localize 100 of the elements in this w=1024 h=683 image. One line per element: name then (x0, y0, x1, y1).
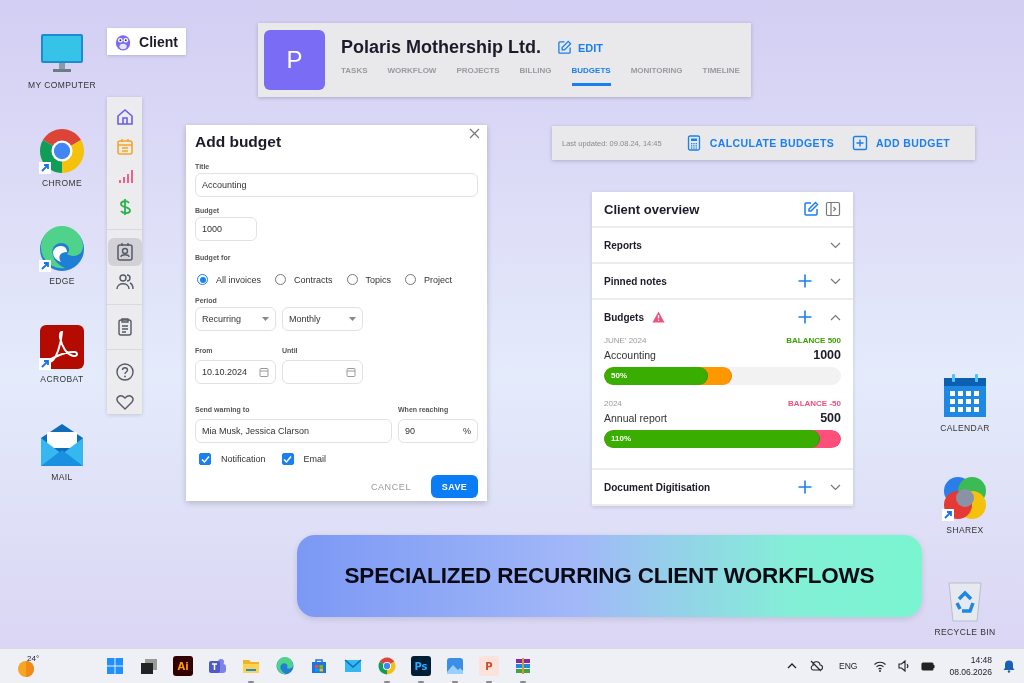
language-indicator[interactable]: ENG (839, 661, 858, 671)
expand-chevron-icon[interactable] (830, 241, 841, 249)
icon-label: MY COMPUTER (28, 80, 96, 90)
calendar-icon (114, 137, 135, 157)
desktop-icon[interactable]: ACROBAT (39, 324, 85, 384)
desktop-icon[interactable]: MY COMPUTER (28, 30, 96, 90)
date-field[interactable] (282, 360, 363, 384)
weather-widget[interactable]: 24° (17, 654, 105, 678)
clock-date[interactable]: 08.06.2026 (949, 667, 992, 677)
edit-icon[interactable] (803, 201, 819, 217)
section-title: Pinned notes (604, 275, 667, 287)
close-icon[interactable] (469, 128, 480, 139)
desktop-icon[interactable]: MAIL (39, 422, 85, 482)
chrome-icon (377, 656, 397, 676)
add-icon (852, 135, 869, 151)
radio-label: Topics (365, 274, 392, 285)
radio-option[interactable]: Project (405, 274, 453, 285)
section-title: Document Digitisation (604, 481, 711, 493)
desktop-icon[interactable]: CHROME (39, 128, 85, 188)
title-field[interactable]: Accounting (195, 173, 478, 197)
checkbox[interactable] (281, 453, 294, 465)
expand-chevron-icon[interactable] (830, 277, 841, 285)
client-name: Polaris Mothership Ltd. (341, 37, 541, 58)
desktop-icon[interactable]: CALENDAR (940, 373, 990, 433)
budget-period: JUNE' 2024 (604, 336, 647, 345)
radio-label: Project (424, 274, 453, 285)
expand-chevron-icon[interactable] (830, 483, 841, 491)
budget-field[interactable]: 1000 (195, 217, 257, 241)
taskbar-app[interactable]: Ai (173, 656, 193, 676)
desktop-icon[interactable]: RECYCLE BIN (934, 577, 996, 637)
clock-time[interactable]: 14:48 (970, 655, 992, 665)
calculator-icon (685, 135, 702, 151)
radio-label: Contracts (294, 274, 333, 285)
icon-label: CALENDAR (940, 423, 990, 433)
section-title: Budgets (604, 311, 644, 323)
taskbar-app[interactable] (139, 656, 159, 676)
date-field[interactable]: 10.10.2024 (195, 360, 276, 384)
battery-icon[interactable] (921, 659, 936, 673)
checkbox-label: Notification (221, 454, 266, 464)
budget-period: 2024 (604, 399, 622, 408)
period-select[interactable]: Monthly (282, 307, 363, 331)
banner-text: SPECIALIZED RECURRING CLIENT WORKFLOWS (344, 563, 875, 589)
percent-label: 110% (611, 434, 632, 443)
panel-title: Client overview (604, 201, 701, 217)
calendar-icon (346, 367, 356, 377)
app-badge[interactable]: Client (107, 28, 186, 55)
client-avatar: P (264, 30, 325, 90)
radio-label: All invoices (216, 274, 262, 285)
taskview-icon (139, 656, 159, 676)
sidebar-item[interactable] (107, 238, 142, 266)
store-icon (309, 656, 329, 676)
contact-icon (114, 242, 135, 262)
desktop-icon[interactable]: SHAREX (942, 475, 988, 535)
icon-label: RECYCLE BIN (934, 627, 996, 637)
help-icon (114, 362, 135, 382)
edit-icon (557, 40, 572, 55)
caret-icon (349, 317, 356, 321)
edge-icon (275, 656, 295, 676)
collapse-chevron-icon[interactable] (830, 313, 841, 321)
caret-icon (262, 317, 269, 321)
sun-icon (17, 660, 35, 678)
teams-icon (207, 656, 227, 676)
icon-label: SHAREX (946, 525, 984, 535)
icon-label: ACROBAT (40, 374, 84, 384)
app-name: Client (139, 33, 178, 50)
photos-icon (445, 656, 465, 676)
temperature: 24° (27, 654, 40, 663)
wifi-icon[interactable] (873, 659, 888, 673)
heart-icon (114, 392, 135, 412)
icon-label: EDGE (49, 276, 75, 286)
add-icon[interactable] (798, 480, 812, 494)
section-title: Reports (604, 239, 642, 251)
home-icon (114, 107, 135, 127)
recipients-field[interactable]: Mia Musk, Jessica Clarson (195, 419, 392, 443)
radio-option[interactable]: All invoices (197, 274, 262, 285)
icon-label: MAIL (51, 472, 73, 482)
save-button[interactable]: SAVE (431, 475, 478, 498)
budget-amount: 500 (820, 411, 841, 425)
side-panel-icon[interactable] (825, 201, 841, 217)
period-select[interactable]: Recurring (195, 307, 276, 331)
budget-amount: 1000 (813, 348, 841, 362)
dialog-title: Add budget (195, 133, 283, 151)
threshold-field[interactable]: 90 % (398, 419, 478, 443)
checkbox-label: Email (303, 454, 327, 464)
desktop-icon[interactable]: EDGE (39, 226, 85, 286)
winrar-icon (513, 656, 533, 676)
windows-icon (105, 656, 125, 676)
people-icon (114, 272, 135, 292)
cloud-off-icon[interactable] (809, 659, 824, 673)
bell-icon[interactable] (1002, 659, 1016, 673)
icon-label: CHROME (41, 178, 83, 188)
add-icon[interactable] (798, 310, 812, 324)
budget-name: Accounting (604, 349, 656, 361)
add-icon[interactable] (798, 274, 812, 288)
budget-name: Annual report (604, 412, 668, 424)
radio-option[interactable]: Topics (346, 274, 392, 285)
budget-balance: BALANCE -50 (788, 399, 841, 408)
checkbox[interactable] (199, 453, 211, 465)
radio-option[interactable]: Contracts (275, 274, 333, 285)
calendar-icon (259, 367, 269, 377)
